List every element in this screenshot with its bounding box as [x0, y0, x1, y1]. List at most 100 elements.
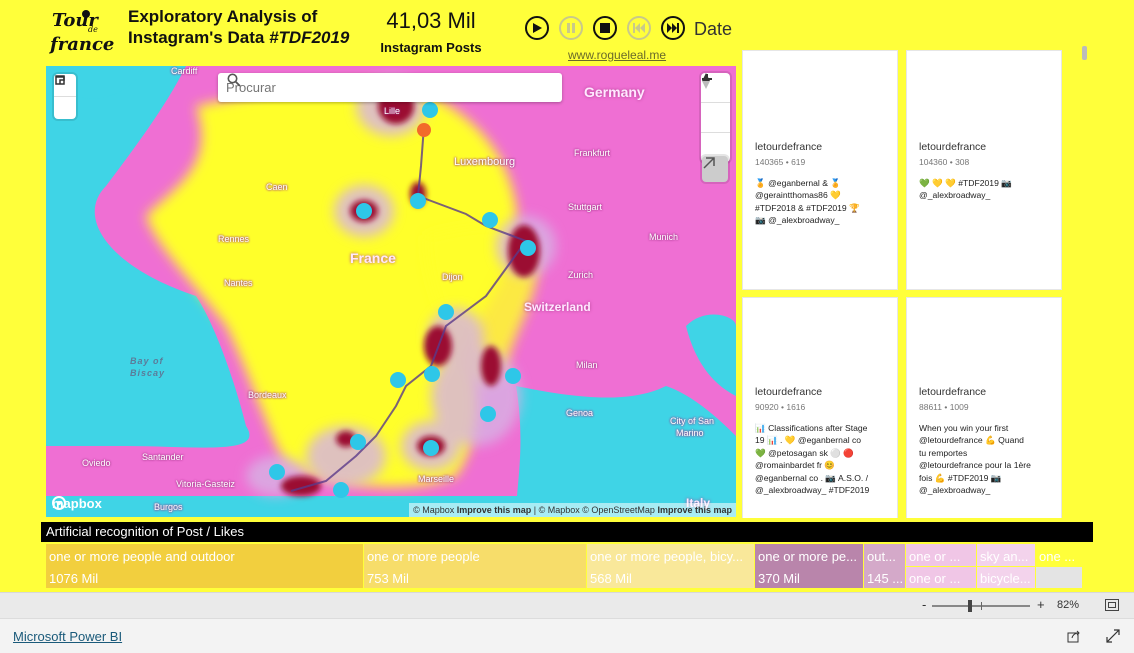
site-link[interactable]: www.rogueleal.me — [568, 48, 666, 62]
map-base — [46, 66, 736, 517]
treemap-value: 568 Mil — [590, 571, 632, 586]
treemap-cell[interactable]: sky an... — [977, 544, 1035, 566]
treemap-category: one or more people — [367, 549, 480, 564]
map-attribution: © Mapbox Improve this map | © Mapbox © O… — [409, 503, 736, 517]
treemap-cell[interactable]: bicycle... — [977, 567, 1035, 588]
map-label-oviedo: Oviedo — [82, 458, 111, 468]
improve-map-link-1[interactable]: Improve this map — [457, 505, 532, 515]
post-card[interactable]: letourdefrance 90920 • 1616 📊 Classifica… — [742, 297, 898, 518]
post-username: letourdefrance — [919, 141, 987, 153]
kpi-posts-value: 41,03 Mil — [386, 8, 476, 33]
skip-back-icon — [633, 23, 645, 33]
mapbox-icon — [52, 496, 66, 510]
title-line-1: Exploratory Analysis of — [128, 7, 318, 26]
posts-scrollbar[interactable] — [1082, 46, 1087, 60]
zoom-out-button[interactable]: - — [922, 597, 926, 612]
reset-view-button[interactable] — [702, 156, 728, 182]
search-icon — [227, 73, 241, 87]
post-username: letourdefrance — [755, 141, 823, 153]
post-card[interactable]: letourdefrance 140365 • 619 🏅 @eganberna… — [742, 50, 898, 290]
attribution-osm[interactable]: | © Mapbox © OpenStreetMap — [534, 505, 655, 515]
map-label-luxembourg: Luxembourg — [454, 156, 516, 168]
map-label-marino: Marino — [676, 428, 704, 438]
treemap-cell[interactable]: out... 145 ... — [864, 544, 905, 588]
search-input[interactable] — [224, 79, 518, 96]
map-label-caen: Caen — [266, 182, 288, 192]
post-caption: 📊 Classifications after Stage 19 📊 . 💛 @… — [755, 423, 870, 496]
previous-button[interactable] — [627, 16, 651, 40]
pause-button[interactable] — [559, 16, 583, 40]
map-label-burgos: Burgos — [154, 502, 183, 512]
map-search-box[interactable] — [218, 73, 562, 102]
power-bi-link[interactable]: Microsoft Power BI — [13, 629, 122, 644]
treemap-category: one or ... — [909, 549, 961, 564]
post-stats: 140365 • 619 — [755, 157, 806, 167]
treemap-cell[interactable]: one or ... — [906, 544, 976, 566]
map-label-bordeaux: Bordeaux — [248, 390, 287, 400]
treemap-cell[interactable] — [1036, 567, 1082, 588]
zoom-level: 82% — [1057, 599, 1080, 611]
footer: Microsoft Power BI — [0, 618, 1134, 653]
map-label-milan: Milan — [576, 360, 598, 370]
treemap-category: one or more people, bicy... — [590, 549, 743, 564]
map-label-city-san: City of San — [670, 416, 715, 426]
zoom-out-button[interactable] — [701, 78, 730, 133]
attribution-mapbox[interactable]: © Mapbox — [413, 505, 454, 515]
compass-icon — [702, 73, 710, 89]
zoom-controls — [701, 73, 730, 162]
kpi-posts-label: Instagram Posts — [380, 40, 482, 55]
treemap-cell[interactable]: one or more people and outdoor 1076 Mil — [46, 544, 363, 588]
post-card[interactable]: letourdefrance 88611 • 1009 When you win… — [906, 297, 1062, 518]
post-card[interactable]: letourdefrance 104360 • 308 💚 💛 💛 #TDF20… — [906, 50, 1062, 290]
treemap-category: bicycle... — [980, 571, 1031, 586]
instagram-posts-grid[interactable]: letourdefrance 140365 • 619 🏅 @eganberna… — [742, 48, 1088, 518]
zoom-in-button[interactable]: + — [1037, 597, 1045, 612]
map-label-bay-of: Bay of — [130, 356, 164, 366]
zoom-slider-thumb[interactable] — [968, 600, 972, 612]
map-label-stuttgart: Stuttgart — [568, 202, 603, 212]
fit-to-page-icon[interactable] — [1105, 599, 1119, 611]
map-label-biscay: Biscay — [130, 368, 166, 378]
rectangle-select-button[interactable] — [54, 75, 76, 119]
play-icon — [533, 23, 542, 33]
zoom-bar: - + 82% — [0, 592, 1134, 619]
title-hashtag: #TDF2019 — [269, 28, 350, 47]
share-icon[interactable] — [1067, 629, 1081, 643]
treemap-value: 370 Mil — [758, 571, 800, 586]
next-button[interactable] — [661, 16, 685, 40]
treemap-cell[interactable]: one or more people, bicy... 568 Mil — [587, 544, 754, 588]
fullscreen-icon[interactable] — [1106, 629, 1120, 643]
stop-button[interactable] — [593, 16, 617, 40]
treemap-value: 753 Mil — [367, 571, 409, 586]
pause-icon — [567, 23, 575, 33]
map-label-dijon: Dijon — [442, 272, 463, 282]
report-title: Exploratory Analysis of Instagram's Data… — [128, 6, 358, 48]
zoom-slider-center-tick — [981, 602, 982, 610]
map-label-munich: Munich — [649, 232, 679, 242]
map-label-zurich: Zurich — [568, 270, 594, 280]
post-caption: 🏅 @eganbernal & 🏅 @geraintthomas86 💛 #TD… — [755, 178, 860, 226]
treemap-cell[interactable]: one ... — [1036, 544, 1082, 566]
treemap-cell[interactable]: one or more pe... 370 Mil — [755, 544, 863, 588]
play-axis-label: Date — [694, 19, 733, 39]
map-label-germany: Germany — [584, 84, 645, 100]
heatmap-map[interactable]: Cardiff Germany Lille Luxembourg Frankfu… — [46, 66, 736, 517]
post-stats: 90920 • 1616 — [755, 402, 806, 412]
treemap-cell[interactable]: one or more people 753 Mil — [364, 544, 586, 588]
stop-icon — [600, 23, 610, 33]
map-label-rennes: Rennes — [218, 234, 250, 244]
treemap-cell[interactable]: one or ... — [906, 567, 976, 588]
map-label-switzerland: Switzerland — [524, 300, 591, 314]
zoom-slider[interactable] — [932, 600, 1030, 612]
treemap-title: Artificial recognition of Post / Likes — [41, 522, 1093, 542]
post-username: letourdefrance — [755, 386, 823, 398]
treemap-value: 1076 Mil — [49, 571, 99, 586]
play-button[interactable] — [525, 16, 549, 40]
post-stats: 88611 • 1009 — [919, 402, 969, 412]
map-label-vitoria: Vitoria-Gasteiz — [176, 479, 235, 489]
map-label-lille: Lille — [384, 106, 401, 116]
svg-text:france: france — [48, 34, 114, 55]
improve-map-link-2[interactable]: Improve this map — [657, 505, 732, 515]
svg-text:de: de — [88, 25, 98, 34]
treemap-category: one or more people and outdoor — [49, 549, 235, 564]
